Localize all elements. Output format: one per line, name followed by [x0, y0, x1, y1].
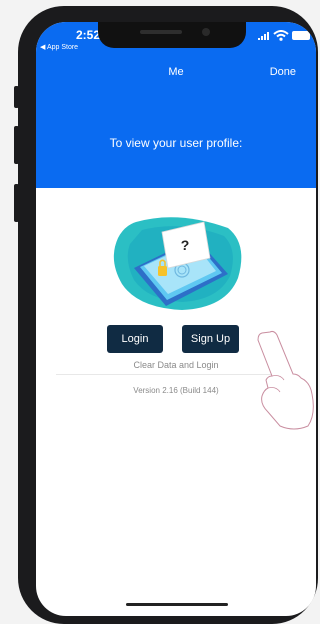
login-illustration: ? [113, 217, 242, 310]
lock-icon [158, 266, 167, 276]
phone-notch [98, 22, 246, 48]
signal-icon [258, 31, 269, 40]
profile-prompt: To view your user profile: [109, 136, 243, 150]
status-time: 2:52 [76, 28, 101, 42]
volume-up-button [14, 126, 19, 164]
question-mark-icon: ? [181, 237, 190, 253]
battery-icon [292, 31, 310, 40]
mute-switch [14, 86, 19, 108]
done-button[interactable]: Done [270, 66, 296, 78]
sign-up-button[interactable]: Sign Up [182, 325, 239, 353]
login-button[interactable]: Login [107, 325, 163, 353]
speaker-grille [140, 30, 182, 34]
pointing-hand-icon [257, 330, 314, 430]
wifi-icon [273, 30, 289, 41]
status-icons [258, 30, 310, 41]
back-to-app-store-link[interactable]: ◀ App Store [40, 43, 78, 51]
home-indicator [126, 603, 228, 606]
phone-screen: 2:52 ◀ App Store Me Done To view your us… [36, 22, 316, 616]
volume-down-button [14, 184, 19, 222]
front-camera [202, 28, 210, 36]
